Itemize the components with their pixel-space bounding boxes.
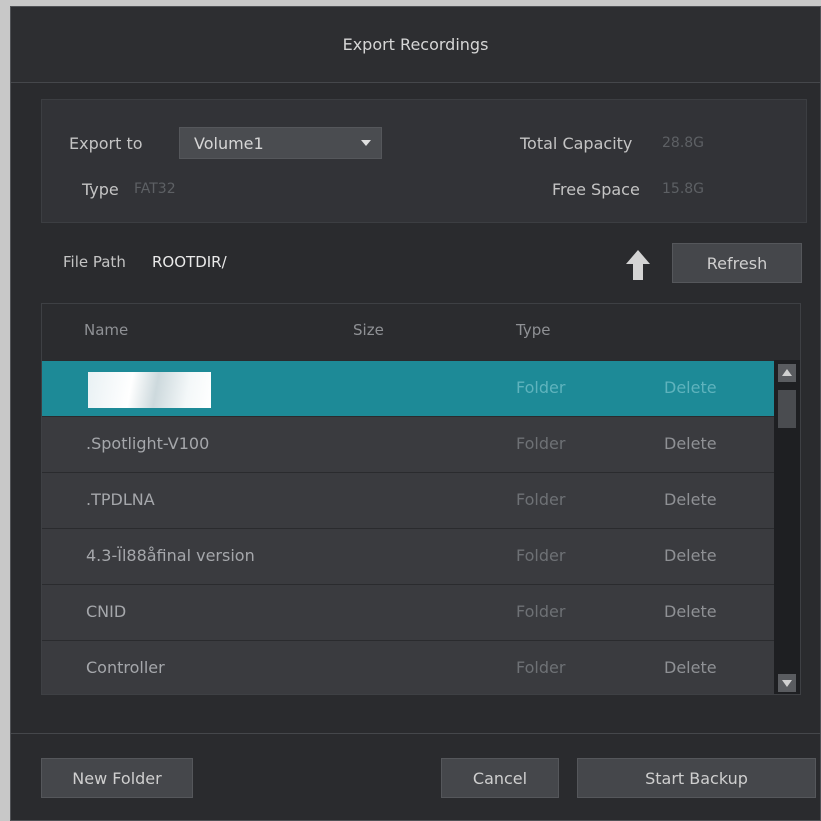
delete-link[interactable]: Delete [664, 546, 717, 565]
row-name: 4.3-Ïl88åfinal version [86, 546, 255, 565]
export-info-panel: Export to Volume1 Type FAT32 Total Capac… [41, 99, 807, 223]
redacted-name-thumbnail [88, 372, 211, 408]
row-type: Folder [516, 434, 566, 453]
delete-link[interactable]: Delete [664, 378, 717, 397]
row-type: Folder [516, 602, 566, 621]
export-to-value: Volume1 [194, 133, 264, 153]
delete-link[interactable]: Delete [664, 490, 717, 509]
row-name: CNID [86, 602, 127, 621]
total-capacity-value: 28.8G [662, 135, 705, 151]
type-value: FAT32 [134, 181, 176, 197]
free-space-label: Free Space [552, 180, 640, 199]
export-recordings-dialog: Export Recordings Export to Volume1 Type… [10, 6, 821, 821]
free-space-value: 15.8G [662, 181, 705, 197]
table-row[interactable]: CNID Folder Delete [42, 584, 774, 640]
table-row[interactable]: Controller Folder Delete [42, 640, 774, 694]
row-type: Folder [516, 546, 566, 565]
row-type: Folder [516, 490, 566, 509]
delete-link[interactable]: Delete [664, 602, 717, 621]
file-path-label: File Path [63, 253, 126, 271]
vertical-scrollbar[interactable] [774, 360, 800, 694]
column-header-size[interactable]: Size [353, 321, 384, 339]
start-backup-button[interactable]: Start Backup [577, 758, 816, 798]
row-type: Folder [516, 658, 566, 677]
table-row[interactable]: .TPDLNA Folder Delete [42, 472, 774, 528]
row-name: .Spotlight-V100 [86, 434, 210, 453]
row-name: .TPDLNA [86, 490, 155, 509]
column-header-type[interactable]: Type [516, 321, 550, 339]
export-to-select[interactable]: Volume1 [179, 127, 382, 159]
table-row-selected[interactable]: Folder Delete [42, 360, 774, 416]
row-type: Folder [516, 378, 566, 397]
total-capacity-label: Total Capacity [520, 134, 633, 153]
scrollbar-thumb[interactable] [778, 390, 796, 428]
up-arrow-icon[interactable] [625, 249, 651, 281]
export-to-label: Export to [69, 134, 143, 153]
chevron-down-icon [361, 140, 371, 146]
table-header: Name Size Type [42, 304, 800, 360]
dialog-title: Export Recordings [11, 7, 820, 83]
footer-divider [11, 733, 820, 734]
delete-link[interactable]: Delete [664, 434, 717, 453]
delete-link[interactable]: Delete [664, 658, 717, 677]
cancel-button[interactable]: Cancel [441, 758, 559, 798]
column-header-name[interactable]: Name [84, 321, 128, 339]
type-label: Type [82, 180, 119, 199]
row-name: Controller [86, 658, 165, 677]
scroll-down-icon[interactable] [778, 674, 796, 692]
file-path-value: ROOTDIR/ [152, 253, 227, 271]
table-row[interactable]: .Spotlight-V100 Folder Delete [42, 416, 774, 472]
table-row[interactable]: 4.3-Ïl88åfinal version Folder Delete [42, 528, 774, 584]
refresh-button[interactable]: Refresh [672, 243, 802, 283]
new-folder-button[interactable]: New Folder [41, 758, 193, 798]
scroll-up-icon[interactable] [778, 364, 796, 382]
file-table: Name Size Type Folder Delete .Spotlight-… [41, 303, 801, 695]
